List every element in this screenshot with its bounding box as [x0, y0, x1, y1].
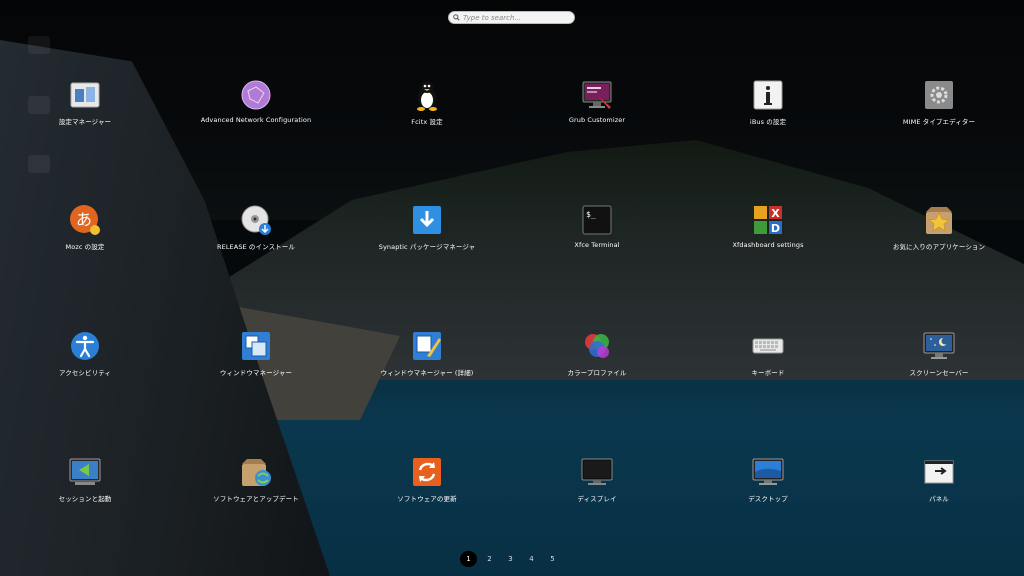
- app-label: ソフトウェアとアップデート: [213, 495, 299, 503]
- app-label: Mozc の設定: [65, 243, 105, 251]
- page-button-2[interactable]: 2: [481, 551, 498, 567]
- ibus-info-icon: [753, 80, 783, 110]
- app-label: Xfce Terminal: [574, 241, 620, 249]
- app-label: パネル: [929, 495, 949, 503]
- svg-text:$_: $_: [586, 210, 596, 219]
- app-label: お気に入りのアプリケーション: [892, 243, 986, 251]
- app-label: MIME タイプエディター: [902, 118, 976, 126]
- app-advanced-network[interactable]: Advanced Network Configuration: [176, 79, 336, 139]
- app-window-manager[interactable]: ウィンドウマネージャー: [176, 330, 336, 390]
- desktop-icon: [752, 458, 784, 485]
- app-xfce-terminal[interactable]: $_ Xfce Terminal: [517, 204, 677, 264]
- app-software-sources[interactable]: ソフトウェアとアップデート: [176, 456, 336, 516]
- installer-disc-icon: [241, 205, 271, 235]
- app-installer[interactable]: RELEASE のインストール: [176, 204, 336, 264]
- app-xfdashboard[interactable]: X D Xfdashboard settings: [688, 204, 848, 264]
- app-label: ウィンドウマネージャー: [219, 369, 293, 377]
- app-label: Grub Customizer: [568, 116, 626, 124]
- grub-customizer-icon: [582, 81, 612, 109]
- app-label: ソフトウェアの更新: [397, 495, 457, 503]
- page-button-4[interactable]: 4: [523, 551, 540, 567]
- color-profile-icon: [585, 334, 609, 358]
- xfdashboard-icon: X D: [754, 206, 782, 235]
- app-screensaver[interactable]: スクリーンセーバー: [859, 330, 1019, 390]
- app-fcitx[interactable]: Fcitx 設定: [347, 79, 507, 139]
- screensaver-icon: [923, 332, 955, 359]
- synaptic-download-icon: [413, 206, 441, 234]
- app-synaptic[interactable]: Synaptic パッケージマネージャ: [347, 204, 507, 264]
- app-keyboard[interactable]: キーボード: [688, 330, 848, 390]
- software-updates-icon: [242, 459, 271, 486]
- app-label: キーボード: [751, 369, 785, 377]
- app-label: Xfdashboard settings: [732, 241, 804, 249]
- app-ibus[interactable]: iBus の設定: [688, 79, 848, 139]
- app-mozc[interactable]: あ Mozc の設定: [5, 204, 165, 264]
- mime-gear-icon: [925, 81, 953, 109]
- favorites-star-icon: [926, 207, 952, 234]
- app-label: デスクトップ: [748, 495, 788, 503]
- app-label: iBus の設定: [749, 118, 787, 126]
- window-manager-tweaks-icon: [413, 332, 441, 360]
- app-desktop[interactable]: デスクトップ: [688, 456, 848, 516]
- app-label: アクセシビリティ: [58, 369, 112, 377]
- app-settings-manager[interactable]: 設定マネージャー: [5, 79, 165, 139]
- accessibility-icon: [71, 332, 99, 360]
- terminal-icon: $_: [582, 205, 612, 235]
- app-panel[interactable]: パネル: [859, 456, 1019, 516]
- fcitx-penguin-icon: [417, 81, 437, 111]
- app-label: Synaptic パッケージマネージャ: [378, 243, 476, 251]
- app-session-startup[interactable]: セッションと起動: [5, 456, 165, 516]
- network-config-icon: [241, 80, 271, 110]
- panel-icon: [924, 460, 954, 484]
- window-manager-icon: [242, 332, 270, 360]
- svg-text:D: D: [771, 222, 780, 235]
- app-label: ウィンドウマネージャー (詳細): [380, 369, 474, 377]
- svg-text:あ: あ: [76, 210, 92, 229]
- app-label: ディスプレイ: [577, 495, 617, 503]
- app-favorites[interactable]: お気に入りのアプリケーション: [859, 204, 1019, 264]
- session-startup-icon: [69, 458, 101, 485]
- app-label: RELEASE のインストール: [217, 243, 295, 251]
- svg-text:X: X: [771, 207, 780, 220]
- app-label: セッションと起動: [58, 495, 112, 503]
- mozc-icon: あ: [70, 205, 100, 235]
- display-icon: [581, 458, 613, 485]
- app-label: スクリーンセーバー: [909, 369, 969, 377]
- app-accessibility[interactable]: アクセシビリティ: [5, 330, 165, 390]
- app-grub-customizer[interactable]: Grub Customizer: [517, 79, 677, 139]
- app-mime-editor[interactable]: MIME タイプエディター: [859, 79, 1019, 139]
- page-button-1[interactable]: 1: [460, 551, 477, 567]
- page-button-5[interactable]: 5: [544, 551, 561, 567]
- app-software-updater[interactable]: ソフトウェアの更新: [347, 456, 507, 516]
- app-label: Advanced Network Configuration: [200, 116, 312, 124]
- app-display[interactable]: ディスプレイ: [517, 456, 677, 516]
- settings-manager-icon: [70, 82, 100, 108]
- app-label: Fcitx 設定: [411, 118, 443, 126]
- software-updater-icon: [413, 458, 441, 486]
- app-grid: 設定マネージャー Advanced Network Configuration …: [0, 0, 1024, 576]
- page-button-3[interactable]: 3: [502, 551, 519, 567]
- page-indicator: 1 2 3 4 5: [460, 551, 561, 567]
- app-color-profile[interactable]: カラープロファイル: [517, 330, 677, 390]
- app-label: 設定マネージャー: [58, 118, 112, 126]
- app-label: カラープロファイル: [567, 369, 627, 377]
- app-window-manager-tweaks[interactable]: ウィンドウマネージャー (詳細): [347, 330, 507, 390]
- keyboard-icon: [752, 338, 784, 354]
